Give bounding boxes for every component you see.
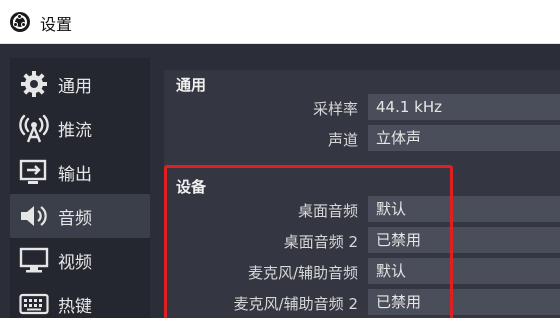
desktop-audio-2-select[interactable]: 已禁用 (368, 227, 560, 253)
settings-content: 通用 采样率 44.1 kHz 声道 立体声 设备 桌面音频 默认 桌面音频 2… (150, 44, 560, 318)
sidebar-item-audio[interactable]: 音频 (10, 194, 150, 238)
title-bar: 设置 (0, 0, 560, 44)
sidebar-item-label: 推流 (58, 120, 92, 141)
sidebar-item-hotkeys[interactable]: 热键 (10, 282, 150, 318)
sidebar-item-stream[interactable]: 推流 (10, 106, 150, 150)
obs-logo-icon (10, 12, 30, 32)
output-icon (18, 156, 50, 188)
mic-aux-2-select[interactable]: 已禁用 (368, 289, 560, 315)
sidebar: 通用 推流 输出 音频 视频 热键 (0, 44, 150, 318)
sidebar-item-label: 热键 (58, 296, 92, 317)
sidebar-item-video[interactable]: 视频 (10, 238, 150, 282)
channels-label: 声道 (327, 131, 358, 149)
general-group: 通用 采样率 44.1 kHz 声道 立体声 (168, 70, 560, 151)
window-title: 设置 (40, 15, 73, 34)
sample-rate-label: 采样率 (312, 100, 358, 118)
sidebar-item-label: 通用 (58, 76, 92, 97)
sidebar-item-label: 输出 (58, 164, 92, 185)
broadcast-icon (18, 112, 50, 144)
group-title: 通用 (176, 76, 207, 94)
sidebar-item-general[interactable]: 通用 (10, 62, 150, 106)
mic-aux-2-label: 麦克风/辅助音频 2 (233, 295, 358, 313)
keyboard-icon (18, 288, 50, 318)
speaker-icon (18, 200, 50, 232)
gear-icon (18, 68, 50, 100)
mic-aux-select[interactable]: 默认 (368, 258, 560, 284)
sidebar-item-label: 视频 (58, 252, 92, 273)
group-title: 设备 (176, 178, 207, 196)
desktop-audio-select[interactable]: 默认 (368, 196, 560, 222)
channels-select[interactable]: 立体声 (368, 125, 560, 151)
devices-group: 设备 桌面音频 默认 桌面音频 2 已禁用 麦克风/辅助音频 默认 麦克风/辅助… (168, 172, 560, 318)
sample-rate-select[interactable]: 44.1 kHz (368, 94, 560, 120)
mic-aux-label: 麦克风/辅助音频 (247, 264, 358, 282)
desktop-audio-2-label: 桌面音频 2 (283, 233, 358, 251)
sidebar-item-output[interactable]: 输出 (10, 150, 150, 194)
monitor-icon (18, 244, 50, 276)
desktop-audio-label: 桌面音频 (297, 202, 358, 220)
sidebar-item-label: 音频 (58, 208, 92, 229)
